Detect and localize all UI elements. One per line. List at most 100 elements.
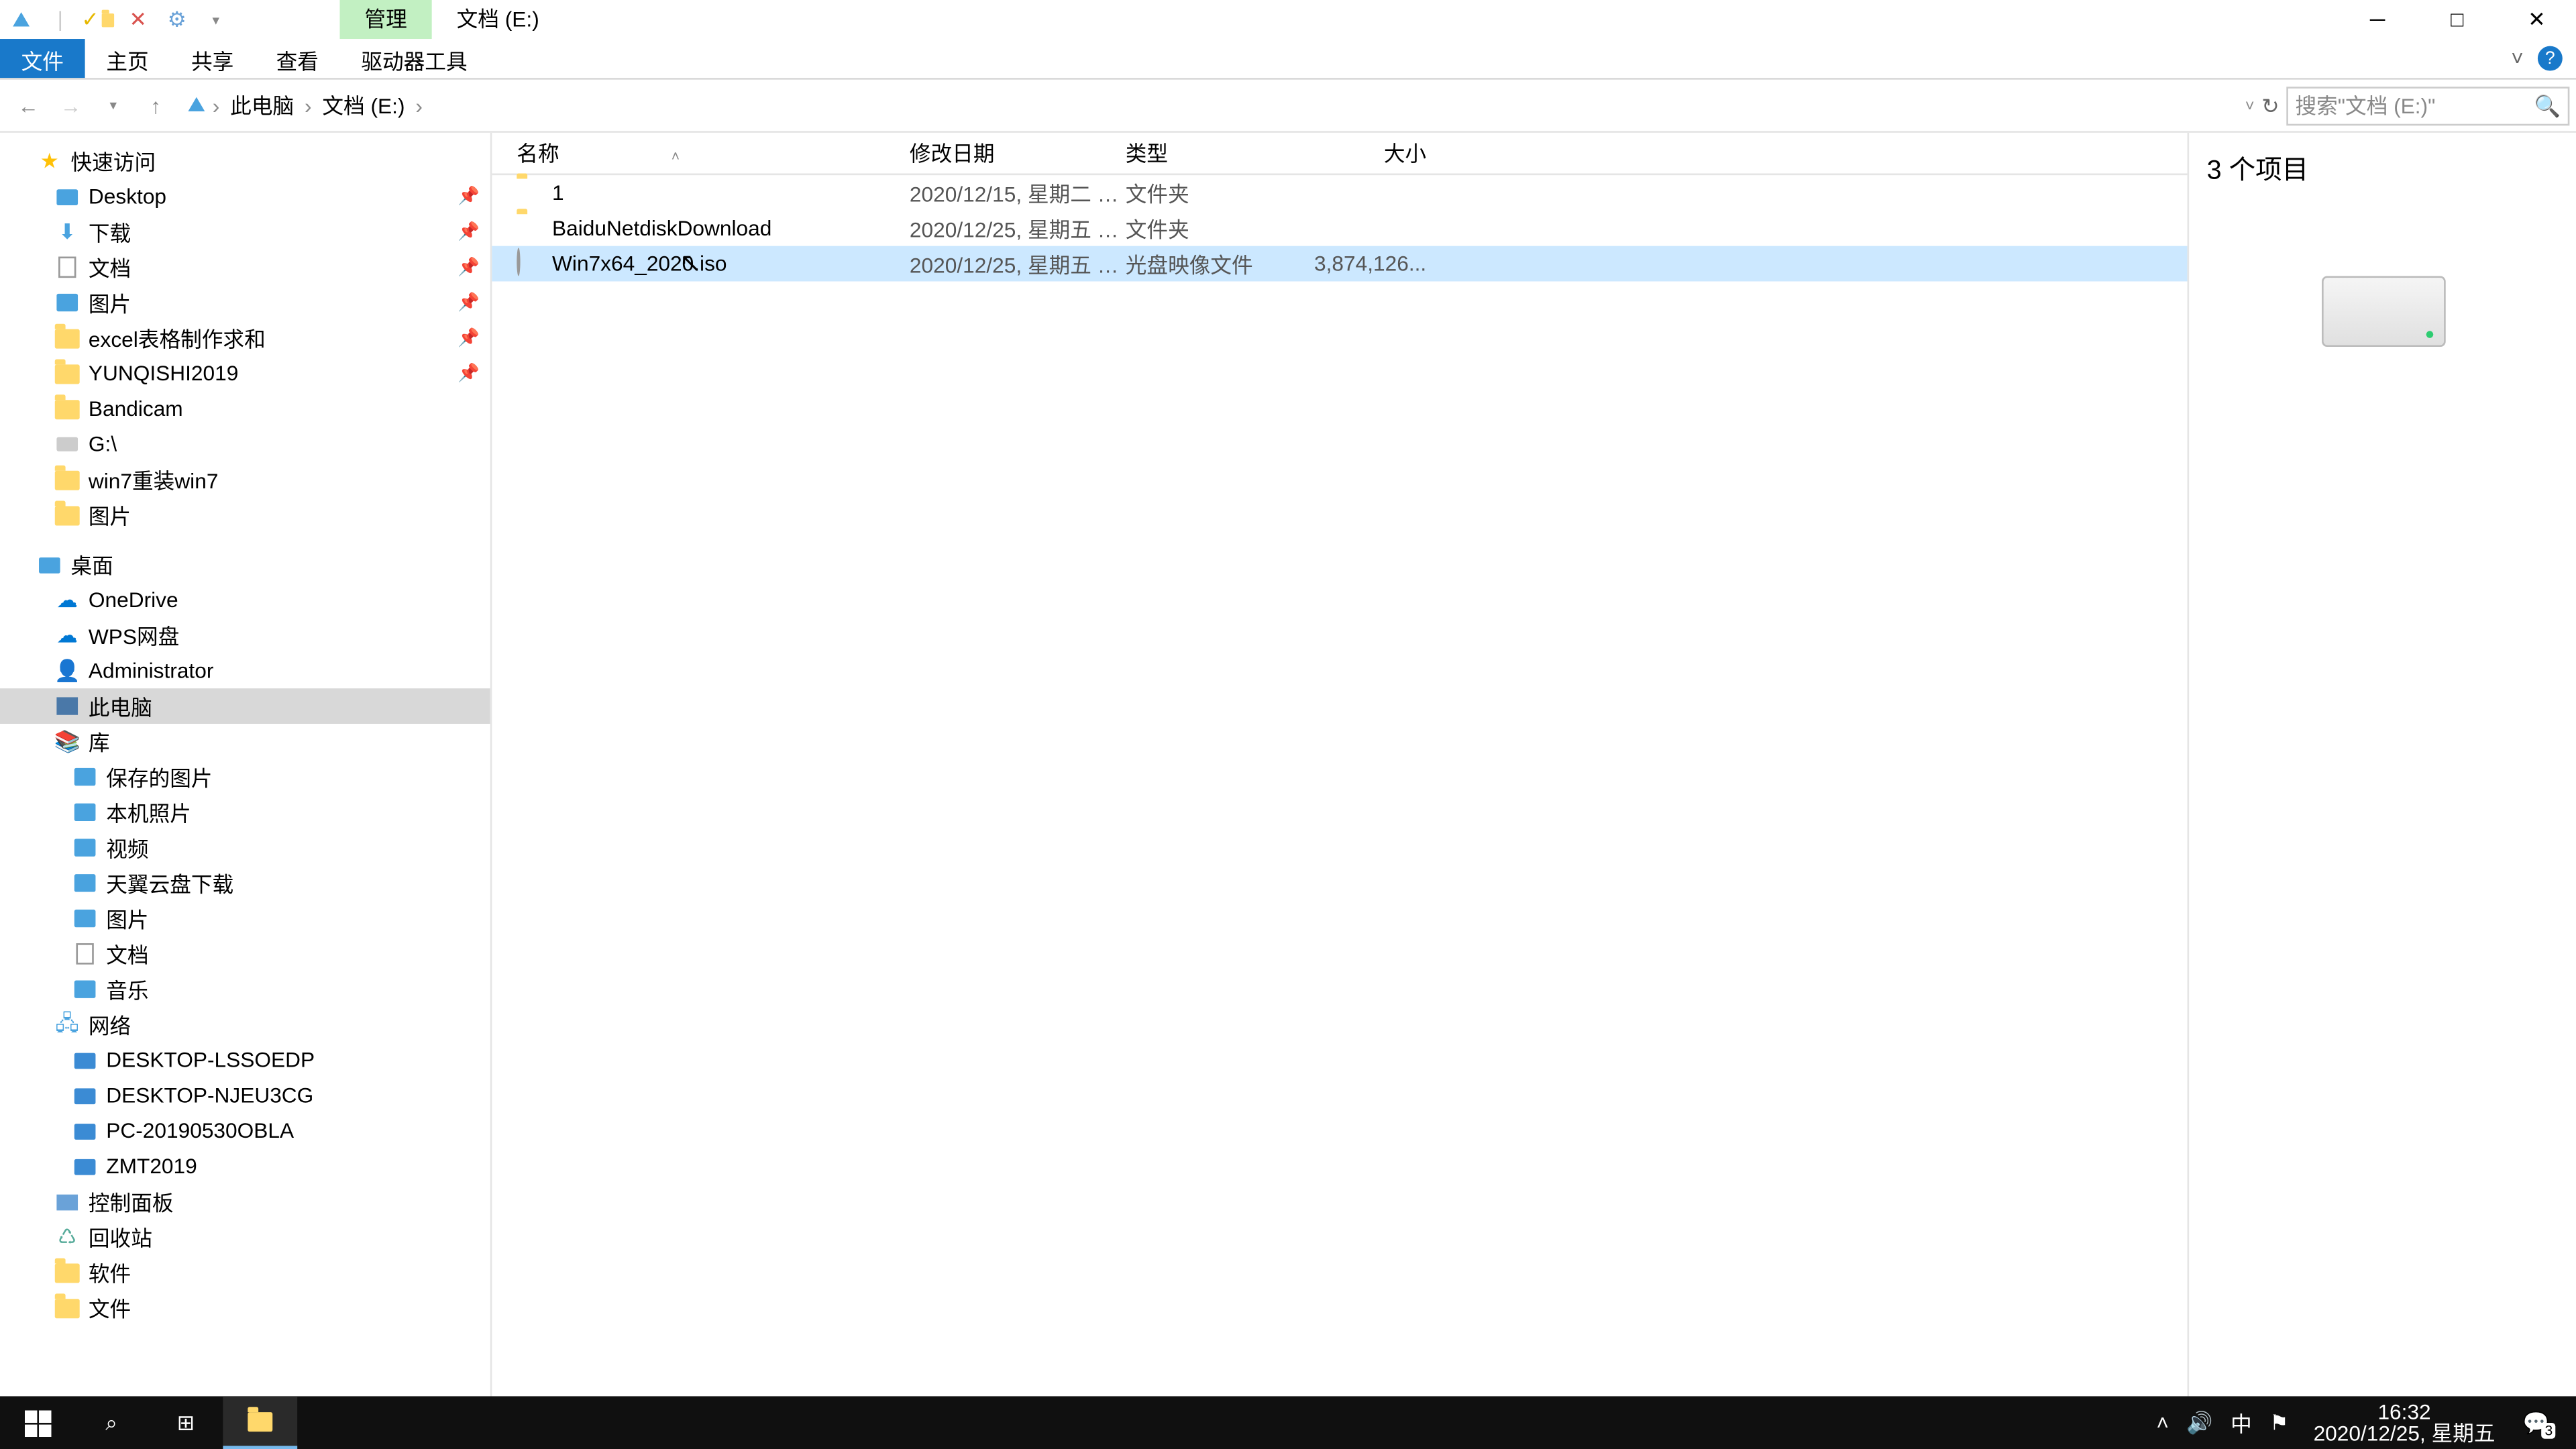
ribbon-tab-file[interactable]: 文件 [0, 39, 85, 78]
download-icon: ⬇ [53, 217, 81, 246]
desktop-icon [36, 550, 64, 578]
taskbar-file-explorer[interactable] [223, 1396, 297, 1449]
nav-label: 文档 [106, 938, 148, 969]
pic-icon [71, 904, 99, 932]
nav-network-item[interactable]: DESKTOP-LSSOEDP [0, 1042, 490, 1078]
nav-desktop-item[interactable]: 此电脑 [0, 688, 490, 724]
action-center-button[interactable]: 💬3 [2506, 1410, 2566, 1435]
ribbon-expand-icon[interactable]: ˅ [2511, 46, 2524, 71]
sort-asc-icon: ˄ [672, 149, 680, 165]
nav-desktop-item[interactable]: 📚 库 [0, 724, 490, 759]
taskbar-search-button[interactable]: ⌕ [74, 1396, 149, 1449]
qat-gear-icon[interactable]: ⚙ [159, 2, 195, 38]
chevron-right-icon[interactable]: › [412, 93, 426, 117]
nav-quick-item[interactable]: Desktop 📌 [0, 178, 490, 214]
refresh-icon[interactable]: ↻ [2261, 93, 2279, 117]
nav-quick-item[interactable]: excel表格制作求和 📌 [0, 320, 490, 356]
qat-dropdown-icon[interactable]: ▾ [198, 2, 233, 38]
col-header-name[interactable]: 名称 ˄ [517, 138, 910, 168]
nav-desktop[interactable]: 桌面 [0, 547, 490, 582]
maximize-button[interactable]: □ [2418, 0, 2498, 39]
minimize-button[interactable]: ─ [2338, 0, 2418, 39]
nav-lib-item[interactable]: 视频 [0, 830, 490, 865]
nav-quick-item[interactable]: win7重装win7 [0, 462, 490, 498]
window-controls: ─ □ ✕ [2338, 0, 2576, 39]
search-icon[interactable]: 🔍 [2534, 93, 2561, 117]
start-button[interactable] [0, 1396, 74, 1449]
nav-label: DESKTOP-LSSOEDP [106, 1048, 315, 1073]
col-header-size[interactable]: 大小 [1303, 138, 1427, 168]
nav-lib-item[interactable]: 天翼云盘下载 [0, 865, 490, 901]
task-view-button[interactable]: ⊞ [149, 1396, 223, 1449]
ribbon-tab-share[interactable]: 共享 [170, 39, 255, 78]
nav-desktop-item[interactable]: ☁ WPS网盘 [0, 618, 490, 653]
nav-lib-item[interactable]: 音乐 [0, 971, 490, 1007]
nav-label: YUNQISHI2019 [89, 361, 238, 386]
file-row[interactable]: 1 2020/12/15, 星期二 1... 文件夹 [492, 175, 2187, 211]
ribbon-tab-drive-tools[interactable]: 驱动器工具 [340, 39, 489, 78]
nav-extra-item[interactable]: 控制面板 [0, 1184, 490, 1220]
nav-network[interactable]: 🖧 网络 [0, 1007, 490, 1042]
nav-lib-item[interactable]: 保存的图片 [0, 759, 490, 795]
context-tab-manage[interactable]: 管理 [339, 0, 431, 39]
chevron-right-icon[interactable]: › [301, 93, 315, 117]
file-name: BaiduNetdiskDownload [552, 216, 771, 241]
nav-extra-item[interactable]: 软件 [0, 1254, 490, 1290]
nav-quick-item[interactable]: G:\ [0, 427, 490, 462]
recycle-icon: ♺ [53, 1223, 81, 1251]
file-row[interactable]: BaiduNetdiskDownload 2020/12/25, 星期五 1..… [492, 211, 2187, 246]
breadcrumb-root-icon[interactable]: ⛰ [188, 92, 206, 119]
qat-properties-icon[interactable]: ✓ [81, 2, 117, 38]
breadcrumb[interactable]: ⛰ › 此电脑 › 文档 (E:) › [177, 87, 2245, 123]
chevron-right-icon[interactable]: › [209, 93, 223, 117]
nav-label: 本机照片 [106, 797, 191, 827]
notification-flag-icon[interactable]: ⚑ [2269, 1410, 2288, 1435]
nav-lib-item[interactable]: 文档 [0, 936, 490, 972]
col-header-date[interactable]: 修改日期 [910, 138, 1126, 168]
ribbon-tab-view[interactable]: 查看 [255, 39, 340, 78]
help-icon[interactable]: ? [2538, 46, 2563, 71]
nav-forward-button[interactable]: → [50, 84, 92, 126]
folder-icon [53, 1258, 81, 1287]
nav-label: win7重装win7 [89, 464, 219, 494]
nav-quick-item[interactable]: 图片 📌 [0, 285, 490, 321]
taskbar-clock[interactable]: 16:32 2020/12/25, 星期五 [2303, 1398, 2506, 1448]
nav-quick-item[interactable]: 图片 [0, 497, 490, 533]
qat-close-x-icon[interactable]: ✕ [120, 2, 156, 38]
nav-quick-item[interactable]: ⬇ 下载 📌 [0, 214, 490, 250]
nav-quick-item[interactable]: YUNQISHI2019 📌 [0, 356, 490, 391]
monitor-icon [71, 1081, 99, 1110]
file-row[interactable]: Win7x64_2020.iso 2020/12/25, 星期五 1... 光盘… [492, 246, 2187, 282]
nav-network-item[interactable]: PC-20190530OBLA [0, 1113, 490, 1148]
ribbon-tab-home[interactable]: 主页 [85, 39, 170, 78]
nav-network-item[interactable]: DESKTOP-NJEU3CG [0, 1078, 490, 1114]
nav-recent-dropdown[interactable]: ▾ [92, 84, 134, 126]
qat-app-icon[interactable]: ⛰ [3, 2, 39, 38]
nav-desktop-item[interactable]: 👤 Administrator [0, 653, 490, 688]
tray-overflow-icon[interactable]: ˄ [2156, 1410, 2169, 1435]
nav-extra-item[interactable]: 文件 [0, 1290, 490, 1326]
close-button[interactable]: ✕ [2497, 0, 2576, 39]
col-header-type[interactable]: 类型 [1126, 138, 1303, 168]
nav-extra-item[interactable]: ♺ 回收站 [0, 1220, 490, 1255]
nav-label: 图片 [89, 500, 131, 530]
nav-lib-item[interactable]: 本机照片 [0, 794, 490, 830]
nav-network-item[interactable]: ZMT2019 [0, 1148, 490, 1184]
breadcrumb-seg-this-pc[interactable]: 此电脑 [227, 87, 298, 123]
pic-icon [71, 833, 99, 861]
nav-lib-item[interactable]: 图片 [0, 901, 490, 936]
nav-quick-item[interactable]: 文档 📌 [0, 250, 490, 285]
breadcrumb-seg-drive-e[interactable]: 文档 (E:) [319, 87, 409, 123]
taskbar: ⌕ ⊞ ˄ 🔊 中 ⚑ 16:32 2020/12/25, 星期五 💬3 [0, 1396, 2576, 1449]
addr-dropdown-icon[interactable]: ˅ [2245, 97, 2255, 114]
nav-quick-access[interactable]: ★ 快速访问 [0, 144, 490, 179]
file-name: 1 [552, 180, 564, 205]
folder-icon [517, 178, 545, 207]
volume-icon[interactable]: 🔊 [2186, 1410, 2212, 1435]
nav-back-button[interactable]: ← [7, 84, 50, 126]
nav-up-button[interactable]: ↑ [134, 84, 176, 126]
nav-quick-item[interactable]: Bandicam [0, 391, 490, 427]
nav-desktop-item[interactable]: ☁ OneDrive [0, 582, 490, 618]
ime-indicator[interactable]: 中 [2231, 1408, 2252, 1438]
search-input[interactable]: 搜索"文档 (E:)" 🔍 [2286, 86, 2569, 125]
